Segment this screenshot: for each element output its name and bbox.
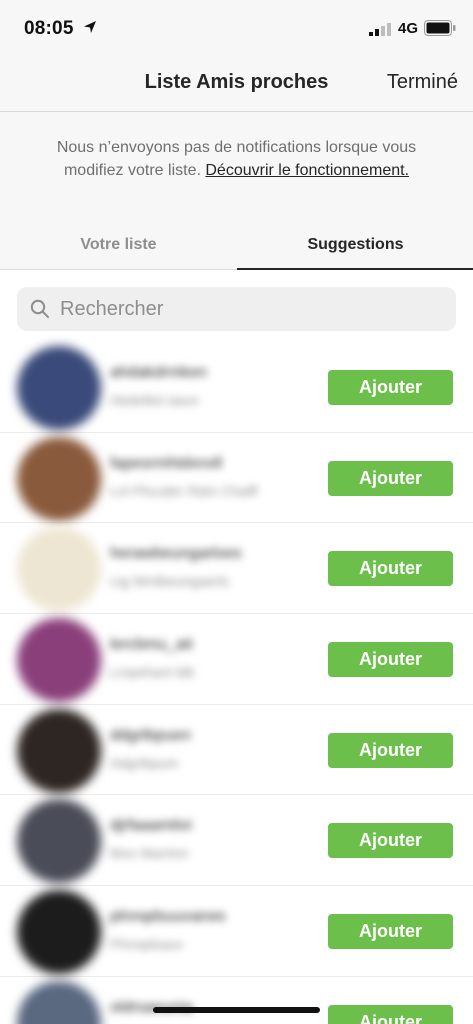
avatar[interactable]: [17, 708, 101, 793]
username[interactable]: fapesrmhtdxnxll: [110, 455, 222, 473]
add-button[interactable]: Ajouter: [328, 642, 453, 678]
tab-suggestions[interactable]: Suggestions: [237, 216, 473, 270]
search-icon: [30, 299, 49, 318]
tab-your-list[interactable]: Votre liste: [0, 216, 237, 270]
full-name: Lmpehanl ldtt: [110, 664, 195, 681]
done-button[interactable]: Terminé: [387, 71, 458, 94]
avatar[interactable]: [17, 346, 101, 430]
username[interactable]: plnnqdsuuvarws: [110, 908, 226, 926]
add-button[interactable]: Ajouter: [328, 1004, 453, 1024]
list-item[interactable]: oldrsaeunia Ajouter: [0, 977, 473, 1024]
avatar[interactable]: [17, 980, 101, 1024]
add-button[interactable]: Ajouter: [328, 823, 453, 859]
add-button[interactable]: Ajouter: [328, 370, 453, 405]
full-name: Ltg Mmlbeungaerls: [110, 573, 230, 590]
username[interactable]: herawbeungarloes: [110, 545, 242, 563]
home-indicator: [153, 1007, 320, 1013]
full-name: Plnnqdsauv: [110, 936, 184, 953]
location-arrow-icon: [84, 21, 96, 33]
add-button[interactable]: Ajouter: [328, 551, 453, 587]
full-name: Lnl Pfxcafer Rdm Chalff: [110, 482, 258, 499]
battery-icon: [424, 20, 456, 36]
list-item[interactable]: lercbmu_ati Lmpehanl ldtt Ajouter: [0, 614, 473, 705]
network-type: 4G: [398, 20, 419, 37]
list-item[interactable]: fapesrmhtdxnxll Lnl Pfxcafer Rdm Chalff Aj…: [0, 433, 473, 524]
nav-bar: Liste Amis proches Terminé: [0, 56, 473, 112]
status-bar: 08:05 4G: [0, 0, 473, 56]
avatar[interactable]: [17, 799, 101, 884]
avatar[interactable]: [17, 618, 101, 703]
username[interactable]: lercbmu_ati: [110, 636, 193, 654]
avatar[interactable]: [17, 527, 101, 612]
signal-icon: [369, 23, 391, 36]
suggestion-list: ahdakdrmken Abdelikd aaun Ajouter fapesrmht…: [0, 342, 473, 1024]
username[interactable]: ddgrtbpuen: [110, 727, 191, 745]
list-item[interactable]: plnnqdsuuvarws Plnnqdsauv Ajouter: [0, 886, 473, 977]
learn-more-link[interactable]: Découvrir le fonctionnement.: [205, 162, 409, 179]
notice-banner: Nous n’envoyons pas de notifications lor…: [0, 112, 473, 216]
list-item[interactable]: herawbeungarloes Ltg Mmlbeungaerls Ajouter: [0, 523, 473, 615]
search-input[interactable]: [60, 287, 440, 331]
search-bar[interactable]: [17, 287, 456, 331]
add-button[interactable]: Ajouter: [328, 732, 453, 768]
avatar[interactable]: [17, 890, 101, 975]
full-name: Adgrtbpum: [110, 754, 179, 771]
full-name: Abdelikd aaun: [110, 392, 199, 408]
add-button[interactable]: Ajouter: [328, 460, 453, 496]
list-item[interactable]: ddgrtbpuen Adgrtbpum Ajouter: [0, 705, 473, 796]
username[interactable]: djrfaaamtivi: [110, 817, 192, 835]
add-button[interactable]: Ajouter: [328, 914, 453, 950]
tab-bar: Votre liste Suggestions: [0, 216, 473, 270]
list-item[interactable]: djrfaaamtivi Mox Marrtnn Ajouter: [0, 795, 473, 887]
full-name: Mox Marrtnn: [110, 845, 189, 862]
avatar[interactable]: [17, 436, 101, 521]
list-item[interactable]: ahdakdrmken Abdelikd aaun Ajouter: [0, 342, 473, 433]
username[interactable]: ahdakdrmken: [110, 364, 207, 382]
status-time: 08:05: [24, 18, 74, 39]
